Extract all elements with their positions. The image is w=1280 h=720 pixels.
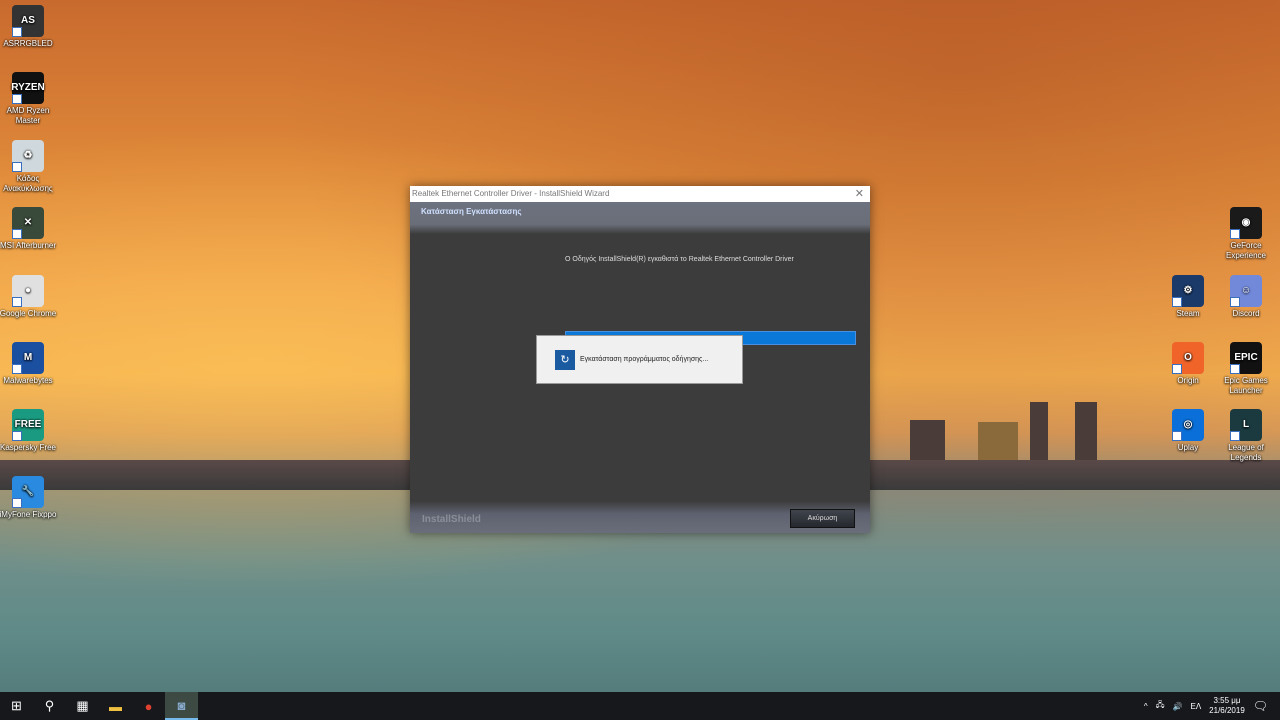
- wizard-header: Κατάσταση Εγκατάστασης: [410, 202, 870, 234]
- installshield-task-icon[interactable]: ◙: [165, 692, 198, 720]
- window-title: Realtek Ethernet Controller Driver - Ins…: [412, 189, 610, 198]
- app-icon: FREE: [12, 409, 44, 441]
- wizard-footer: InstallShield Ακύρωση: [410, 501, 870, 533]
- clock[interactable]: 3:55 μμ 21/6/2019: [1209, 696, 1245, 716]
- date: 21/6/2019: [1209, 706, 1245, 715]
- desktop-icon-label: League of Legends: [1228, 443, 1264, 462]
- desktop-icon-label: MSI Afterburner: [0, 241, 57, 250]
- app-icon: 🔧: [12, 476, 44, 508]
- file-explorer-icon[interactable]: ▬: [99, 692, 132, 720]
- desktop-icon[interactable]: RYZEN AMD Ryzen Master: [0, 72, 58, 126]
- desktop-icon-label: Google Chrome: [0, 309, 57, 318]
- desktop-icon[interactable]: ● Google Chrome: [0, 275, 58, 319]
- desktop-icon[interactable]: 🔧 iMyFone Fixppo: [0, 476, 58, 520]
- close-icon[interactable]: ✕: [855, 186, 864, 202]
- desktop-icon-label: Κάδος Ανακύκλωσης: [3, 174, 53, 193]
- desktop-icon[interactable]: FREE Kaspersky Free: [0, 409, 58, 453]
- app-icon: ◉: [1230, 207, 1262, 239]
- desktop-icon-label: Discord: [1232, 309, 1260, 318]
- desktop-icon[interactable]: O Origin: [1158, 342, 1218, 386]
- show-hidden-icons[interactable]: ^: [1144, 702, 1148, 711]
- app-icon: M: [12, 342, 44, 374]
- network-icon[interactable]: 🖧: [1156, 699, 1165, 713]
- notifications-icon[interactable]: 🗨: [1253, 699, 1268, 713]
- app-icon: ✕: [12, 207, 44, 239]
- title-bar[interactable]: Realtek Ethernet Controller Driver - Ins…: [410, 186, 870, 202]
- app-icon: ●: [12, 275, 44, 307]
- volume-icon[interactable]: 🔊: [1173, 702, 1183, 711]
- installshield-brand: InstallShield: [422, 514, 481, 525]
- desktop-icon-label: iMyFone Fixppo: [0, 510, 57, 519]
- start-button[interactable]: ⊞: [0, 692, 33, 720]
- desktop-icon[interactable]: ◎ Uplay: [1158, 409, 1218, 453]
- app-icon: EPIC: [1230, 342, 1262, 374]
- desktop-icon-label: AMD Ryzen Master: [6, 106, 50, 125]
- desktop-icon[interactable]: ⚙ Steam: [1158, 275, 1218, 319]
- app-icon: ◎: [1172, 409, 1204, 441]
- desktop-icon-label: ASRRGBLED: [3, 39, 53, 48]
- driver-install-popup: ↻ Εγκατάσταση προγράμματος οδήγησης...: [536, 335, 743, 384]
- desktop-icon[interactable]: ♻ Κάδος Ανακύκλωσης: [0, 140, 58, 194]
- app-icon: AS: [12, 5, 44, 37]
- desktop-icon-label: Uplay: [1177, 443, 1199, 452]
- desktop-icon-label: Steam: [1176, 309, 1200, 318]
- time: 3:55 μμ: [1213, 696, 1241, 705]
- app-icon: ♻: [12, 140, 44, 172]
- desktop-icon-label: Kaspersky Free: [0, 443, 57, 452]
- app-icon: L: [1230, 409, 1262, 441]
- app-icon: O: [1172, 342, 1204, 374]
- desktop-icon-label: Origin: [1177, 376, 1199, 385]
- desktop-icon[interactable]: ☺ Discord: [1216, 275, 1276, 319]
- desktop-icon-label: Epic Games Launcher: [1224, 376, 1268, 395]
- language-indicator[interactable]: ΕΛ: [1190, 702, 1201, 711]
- taskbar: ⊞ ⚲ ▦ ▬ ● ◙ ^ 🖧 🔊 ΕΛ 3:55 μμ 21/6/2019 🗨: [0, 692, 1280, 720]
- calculator-icon[interactable]: ▦: [66, 692, 99, 720]
- chrome-icon[interactable]: ●: [132, 692, 165, 720]
- desktop-icon[interactable]: ◉ GeForce Experience: [1216, 207, 1276, 261]
- search-icon[interactable]: ⚲: [33, 692, 66, 720]
- desktop-icon-label: Malwarebytes: [3, 376, 53, 385]
- desktop-icon-label: GeForce Experience: [1225, 241, 1267, 260]
- status-message: Ο Οδηγός InstallShield(R) εγκαθιστά το R…: [565, 256, 794, 263]
- desktop-icon[interactable]: EPIC Epic Games Launcher: [1216, 342, 1276, 396]
- desktop-icon[interactable]: ✕ MSI Afterburner: [0, 207, 58, 251]
- installer-icon: ↻: [555, 349, 575, 370]
- cancel-button[interactable]: Ακύρωση: [790, 509, 855, 528]
- popup-text: Εγκατάσταση προγράμματος οδήγησης...: [580, 356, 709, 363]
- system-tray: ^ 🖧 🔊 ΕΛ 3:55 μμ 21/6/2019 🗨: [1144, 692, 1280, 720]
- desktop-icon[interactable]: AS ASRRGBLED: [0, 5, 58, 49]
- app-icon: RYZEN: [11, 72, 45, 104]
- desktop-icon[interactable]: M Malwarebytes: [0, 342, 58, 386]
- desktop-icon[interactable]: L League of Legends: [1216, 409, 1276, 463]
- app-icon: ⚙: [1172, 275, 1204, 307]
- app-icon: ☺: [1230, 275, 1262, 307]
